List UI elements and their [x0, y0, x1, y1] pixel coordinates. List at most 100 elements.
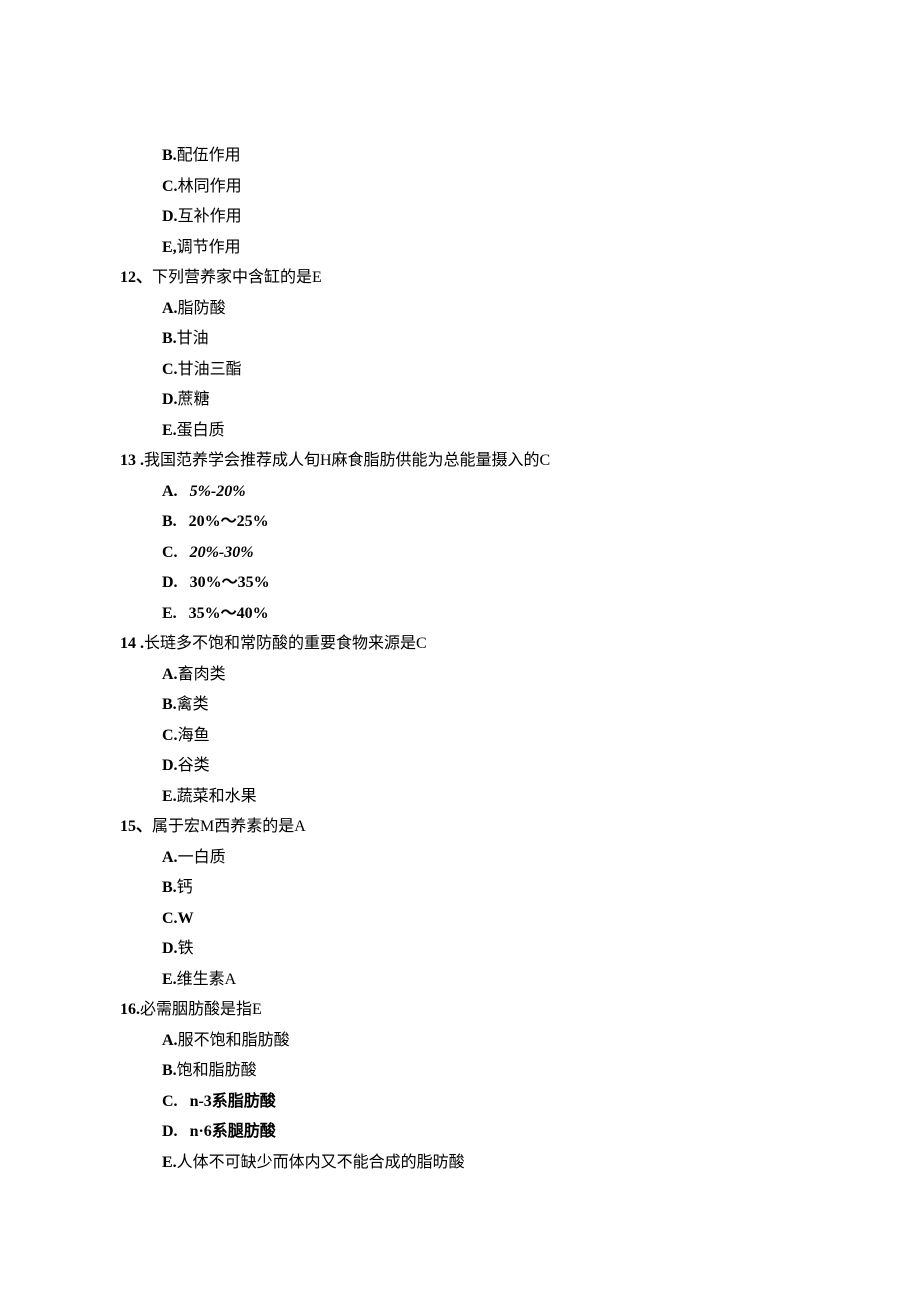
question-stem: 16.必需胭肪酸是指E	[120, 1002, 920, 1018]
option: D.谷类	[120, 758, 920, 774]
option-text: 钙	[177, 879, 193, 896]
option-text: 脂防酸	[178, 300, 226, 317]
option-text: 调节作用	[177, 239, 241, 256]
question-number: 15、	[120, 818, 152, 835]
option-text: 禽类	[177, 696, 209, 713]
option: A.服不饱和脂肪酸	[120, 1033, 920, 1049]
question-text: 长琏多不饱和常防酸的重要食物来源是C	[144, 635, 427, 652]
question-number: 14 .	[120, 635, 144, 652]
option: C.甘油三酯	[120, 362, 920, 378]
option-text: 蔬菜和水果	[177, 788, 257, 805]
option-text: 维生素A	[177, 971, 237, 988]
option-label: C.	[162, 178, 178, 195]
option: B.配伍作用	[120, 148, 920, 164]
option: D. n·6系腿肪酸	[120, 1124, 920, 1140]
question-text: 我国范养学会推荐成人旬H麻食脂肪供能为总能量摄入的C	[144, 452, 550, 469]
option-label: C.	[162, 727, 178, 744]
question-stem: 12、下列营养家中含缸的是E	[120, 270, 920, 286]
option: C.林同作用	[120, 179, 920, 195]
option: B.甘油	[120, 331, 920, 347]
option-text: 服不饱和脂肪酸	[178, 1032, 290, 1049]
option-label: A.	[162, 300, 178, 317]
question-number: 12、	[120, 269, 152, 286]
option: D. 30%～35%	[120, 575, 920, 591]
option-label: C.	[162, 361, 178, 378]
option-label: B.	[162, 879, 177, 896]
option-label: A.	[162, 849, 178, 866]
option: E.蛋白质	[120, 423, 920, 439]
option: C.W	[120, 911, 920, 927]
option-text: n-3系脂肪酸	[190, 1093, 276, 1110]
option-text: 畜肉类	[178, 666, 226, 683]
option: D.互补作用	[120, 209, 920, 225]
option: C. 20%-30%	[120, 545, 920, 561]
option-text: 甘油	[177, 330, 209, 347]
question-number: 16.	[120, 1001, 140, 1018]
option: A. 5%-20%	[120, 484, 920, 500]
option-label: B.	[162, 330, 177, 347]
option-text: 蛋白质	[177, 422, 225, 439]
option-label: E.	[162, 1154, 177, 1171]
option-label: E.	[162, 605, 177, 622]
option: E. 35%～40%	[120, 606, 920, 622]
option-label: E.	[162, 422, 177, 439]
option-label: B.	[162, 1062, 177, 1079]
question-text: 属于宏M西养素的是A	[152, 818, 306, 835]
question-stem: 15、属于宏M西养素的是A	[120, 819, 920, 835]
option-label: D.	[162, 940, 178, 957]
option-text: 5%-20%	[190, 483, 246, 500]
option: C. n-3系脂肪酸	[120, 1094, 920, 1110]
option-label: C.	[162, 544, 178, 561]
option-text: W	[178, 910, 194, 927]
option-text: 谷类	[178, 757, 210, 774]
question-text: 下列营养家中含缸的是E	[152, 269, 322, 286]
option: E,调节作用	[120, 240, 920, 256]
option-text: 人体不可缺少而体内又不能合成的脂昉酸	[177, 1154, 465, 1171]
question-stem: 14 .长琏多不饱和常防酸的重要食物来源是C	[120, 636, 920, 652]
option-text: 互补作用	[178, 208, 242, 225]
option-text: 30%～35%	[190, 574, 270, 591]
option-label: D.	[162, 757, 178, 774]
option: D.铁	[120, 941, 920, 957]
option-label: D.	[162, 208, 178, 225]
option: E.维生素A	[120, 972, 920, 988]
option: E.人体不可缺少而体内又不能合成的脂昉酸	[120, 1155, 920, 1171]
option-text: 铁	[178, 940, 194, 957]
option-text: n·6系腿肪酸	[190, 1123, 276, 1140]
question-stem: 13 .我国范养学会推荐成人旬H麻食脂肪供能为总能量摄入的C	[120, 453, 920, 469]
option-text: 海鱼	[178, 727, 210, 744]
option-text: 一白质	[178, 849, 226, 866]
option: B. 20%～25%	[120, 514, 920, 530]
option-label: A.	[162, 666, 178, 683]
option-label: D.	[162, 1123, 178, 1140]
option: D.蔗糖	[120, 392, 920, 408]
option-label: E.	[162, 971, 177, 988]
option-label: D.	[162, 391, 178, 408]
option-label: A.	[162, 483, 178, 500]
option-text: 20%-30%	[190, 544, 254, 561]
option-label: B.	[162, 513, 177, 530]
option: B.禽类	[120, 697, 920, 713]
option-text: 饱和脂肪酸	[177, 1062, 257, 1079]
option-label: E.	[162, 788, 177, 805]
option: A.脂防酸	[120, 301, 920, 317]
option: B.饱和脂肪酸	[120, 1063, 920, 1079]
option-text: 蔗糖	[178, 391, 210, 408]
option-text: 配伍作用	[177, 147, 241, 164]
option-label: C.	[162, 910, 178, 927]
option-label: B.	[162, 147, 177, 164]
option: C.海鱼	[120, 728, 920, 744]
option: E.蔬菜和水果	[120, 789, 920, 805]
option: B.钙	[120, 880, 920, 896]
option-label: B.	[162, 696, 177, 713]
option-text: 20%～25%	[189, 513, 269, 530]
option-text: 林同作用	[178, 178, 242, 195]
option-label: C.	[162, 1093, 178, 1110]
option-label: A.	[162, 1032, 178, 1049]
option: A.畜肉类	[120, 667, 920, 683]
option-label: D.	[162, 574, 178, 591]
option: A.一白质	[120, 850, 920, 866]
question-text: 必需胭肪酸是指E	[140, 1001, 262, 1018]
option-text: 35%～40%	[189, 605, 269, 622]
option-label: E,	[162, 239, 177, 256]
